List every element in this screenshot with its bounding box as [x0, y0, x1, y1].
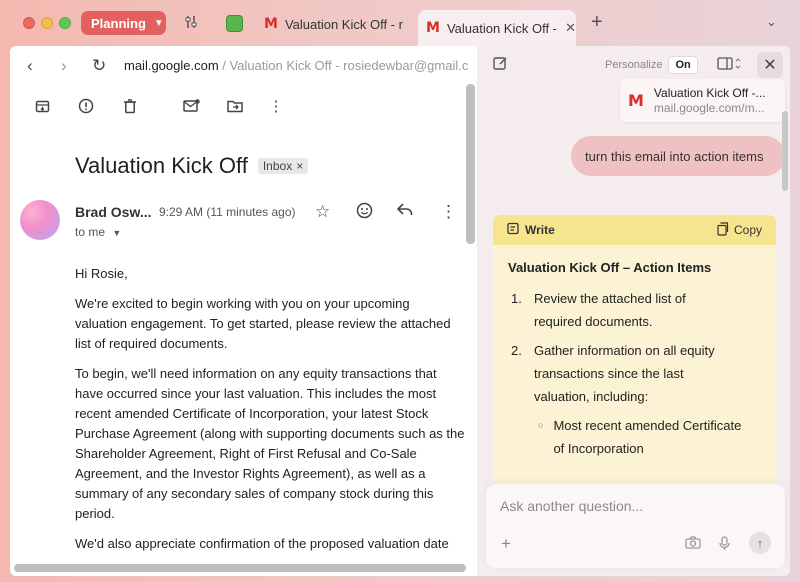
- tab-email-1[interactable]: M Valuation Kick Off - ros: [256, 10, 408, 38]
- report-spam-icon[interactable]: [76, 96, 96, 116]
- write-icon: [507, 222, 520, 238]
- email-paragraph: We'd also appreciate confirmation of the…: [75, 536, 449, 551]
- email-time: 9:29 AM (11 minutes ago): [159, 205, 296, 219]
- minimize-window-button[interactable]: [41, 17, 53, 29]
- inbox-label-text: Inbox: [262, 159, 293, 173]
- sub-list-item: ○ Most recent amended Certificate of Inc…: [511, 414, 776, 460]
- write-button[interactable]: Write: [507, 222, 555, 238]
- list-item: 2. Gather information on all equity tran…: [511, 339, 776, 408]
- address-bar: ‹ › ↻ mail.google.com / Valuation Kick O…: [10, 46, 477, 86]
- email-toolbar: ⋮: [10, 96, 477, 120]
- tab-strip: Planning ▼ M Valuation Kick Off - ros M …: [0, 0, 800, 46]
- tab-email-2-active[interactable]: M Valuation Kick Off - ros ✕: [418, 10, 576, 46]
- personalize-toggle[interactable]: Personalize On: [605, 55, 698, 75]
- close-window-button[interactable]: [23, 17, 35, 29]
- question-input[interactable]: [500, 498, 770, 514]
- recipients-text: to me: [75, 225, 106, 239]
- archive-icon[interactable]: [32, 96, 52, 116]
- reload-icon[interactable]: ↻: [92, 56, 106, 76]
- sender-name[interactable]: Brad Osw...: [75, 204, 152, 220]
- close-tab-icon[interactable]: ✕: [565, 20, 576, 36]
- subject-text: Valuation Kick Off: [75, 153, 248, 178]
- add-icon[interactable]: +: [501, 534, 511, 554]
- url-field[interactable]: mail.google.com / Valuation Kick Off - r…: [124, 58, 469, 73]
- email-paragraph: Hi Rosie,: [75, 266, 128, 281]
- recipients-toggle[interactable]: to me ▼: [75, 225, 121, 239]
- response-title: Valuation Kick Off – Action Items: [508, 260, 712, 275]
- sender-avatar: [20, 200, 60, 240]
- attachment-subtitle: mail.google.com/m...: [653, 100, 765, 115]
- close-panel-button[interactable]: ✕: [757, 52, 783, 78]
- list-text: Gather information on all equity transac…: [534, 343, 715, 404]
- email-paragraph: We're excited to begin working with you …: [75, 296, 451, 351]
- chevron-down-icon[interactable]: ⌄: [766, 14, 777, 30]
- emoji-reaction-icon[interactable]: [356, 202, 373, 224]
- url-path: / Valuation Kick Off - rosiedewbar@gmail…: [218, 58, 469, 73]
- question-input-box: + ↑: [486, 484, 785, 568]
- tab-title: Valuation Kick Off - ros: [446, 20, 556, 36]
- bullet-icon: ○: [538, 420, 544, 430]
- remove-label-icon[interactable]: ×: [296, 159, 303, 173]
- email-subject: Valuation Kick Off Inbox ×: [75, 153, 309, 179]
- email-paragraph: To begin, we'll need information on any …: [75, 366, 465, 521]
- gmail-icon: M: [628, 91, 644, 110]
- tab-title: Valuation Kick Off - ros: [284, 16, 403, 32]
- forward-icon[interactable]: ›: [61, 56, 67, 76]
- app-icon[interactable]: [226, 15, 243, 32]
- sidebar-layout-icon[interactable]: [717, 57, 741, 73]
- move-to-icon[interactable]: [225, 96, 245, 116]
- personalize-state: On: [668, 56, 698, 74]
- new-tab-button[interactable]: +: [591, 11, 603, 34]
- copy-button[interactable]: Copy: [717, 221, 762, 239]
- gmail-icon: M: [426, 20, 440, 36]
- attachment-title: Valuation Kick Off -...: [653, 85, 766, 100]
- assistant-pane: Personalize On ✕ M Valuation Kick Off -.…: [477, 46, 790, 576]
- inbox-label: Inbox ×: [257, 158, 309, 174]
- chevron-down-icon: ▼: [112, 228, 122, 238]
- write-label: Write: [525, 223, 555, 237]
- list-number: 1.: [511, 291, 522, 306]
- action-items-list: 1. Review the attached list of required …: [493, 275, 776, 460]
- list-text: Review the attached list of required doc…: [534, 291, 686, 329]
- chevron-down-icon: ▼: [153, 17, 164, 29]
- response-card-header: Write Copy: [493, 215, 776, 245]
- email-pane: ‹ › ↻ mail.google.com / Valuation Kick O…: [10, 46, 477, 576]
- send-button[interactable]: ↑: [749, 532, 771, 554]
- vertical-scrollbar[interactable]: [782, 111, 788, 191]
- mark-unread-icon[interactable]: [181, 96, 201, 116]
- sub-list-text: Most recent amended Certificate of Incor…: [553, 418, 742, 456]
- sliders-icon[interactable]: [183, 14, 199, 32]
- camera-icon[interactable]: [685, 536, 701, 552]
- personalize-label: Personalize: [605, 59, 663, 71]
- url-host: mail.google.com: [124, 58, 219, 73]
- reply-icon[interactable]: [396, 202, 413, 222]
- more-vert-icon[interactable]: ⋮: [266, 96, 286, 116]
- gmail-icon: M: [264, 16, 278, 32]
- vertical-scrollbar[interactable]: [466, 84, 475, 244]
- space-selector[interactable]: Planning ▼: [81, 11, 166, 35]
- horizontal-scrollbar[interactable]: [14, 564, 466, 572]
- delete-icon[interactable]: [120, 96, 140, 116]
- new-chat-icon[interactable]: [493, 56, 508, 75]
- user-message: turn this email into action items: [571, 136, 785, 176]
- list-item: 1. Review the attached list of required …: [511, 287, 776, 333]
- microphone-icon[interactable]: [719, 536, 730, 554]
- attachment-card[interactable]: M Valuation Kick Off -... mail.google.co…: [620, 79, 785, 122]
- more-vert-icon[interactable]: ⋮: [440, 202, 457, 222]
- list-number: 2.: [511, 343, 522, 358]
- copy-label: Copy: [733, 223, 762, 237]
- star-icon[interactable]: ☆: [315, 202, 330, 222]
- email-body: Hi Rosie, We're excited to begin working…: [75, 264, 465, 564]
- copy-icon: [717, 221, 729, 239]
- space-label: Planning: [91, 15, 146, 31]
- maximize-window-button[interactable]: [59, 17, 71, 29]
- back-icon[interactable]: ‹: [27, 56, 33, 76]
